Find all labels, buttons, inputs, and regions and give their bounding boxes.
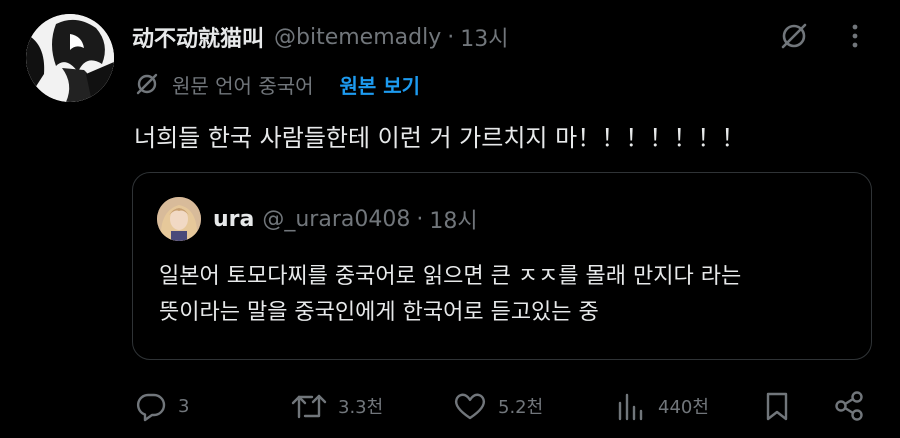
more-options-button[interactable] <box>840 18 870 54</box>
like-button[interactable]: 5.2천 <box>452 384 543 428</box>
repost-icon <box>291 394 327 419</box>
show-original-link[interactable]: 원본 보기 <box>340 70 421 99</box>
views-button[interactable]: 440천 <box>614 384 709 428</box>
translation-row: 원문 언어 중국어 원본 보기 <box>134 68 420 100</box>
author-display-name[interactable]: 动不动就猫叫 <box>132 21 264 53</box>
post-header: 动不动就猫叫 @bitememadly · 13시 <box>132 20 508 54</box>
quoted-timestamp[interactable]: 18시 <box>429 203 477 235</box>
more-icon <box>852 24 858 48</box>
views-icon <box>618 393 643 421</box>
post-text: 너희들 한국 사람들한테 이런 거 가르치지 마！！！！！！！ <box>134 124 746 152</box>
views-count: 440천 <box>658 397 709 418</box>
share-icon <box>835 391 863 421</box>
post-timestamp[interactable]: 13시 <box>460 21 508 53</box>
action-bar: 3 3.3천 5.2천 440천 <box>132 384 872 428</box>
grok-button[interactable] <box>776 18 812 54</box>
quoted-handle[interactable]: @_urara0408 <box>262 207 410 232</box>
grok-icon <box>781 23 807 49</box>
like-icon <box>454 393 486 420</box>
bookmark-button[interactable] <box>760 384 794 428</box>
quoted-post-text: 일본어 토모다찌를 중국어로 읽으면 큰 ㅈㅈ를 몰래 만지다 라는 뜻이라는 … <box>159 259 859 331</box>
quoted-display-name[interactable]: ura <box>213 207 254 232</box>
quoted-post-header: ura @_urara0408 · 18시 <box>213 203 478 235</box>
share-button[interactable] <box>832 384 866 428</box>
repost-button[interactable]: 3.3천 <box>290 384 383 428</box>
separator-dot: · <box>416 206 424 232</box>
reply-icon <box>136 393 166 422</box>
translate-icon <box>134 71 160 97</box>
author-handle[interactable]: @bitememadly <box>274 25 441 50</box>
reply-count: 3 <box>178 395 190 417</box>
reply-button[interactable]: 3 <box>134 384 189 428</box>
quoted-post[interactable]: ura @_urara0408 · 18시 일본어 토모다찌를 중국어로 읽으면… <box>132 172 872 360</box>
repost-count: 3.3천 <box>338 397 384 418</box>
translation-note: 원문 언어 중국어 <box>172 73 314 98</box>
quoted-text-line: 뜻이라는 말을 중국인에게 한국어로 듣고있는 중 <box>159 300 599 325</box>
quoted-author-avatar[interactable] <box>157 197 201 241</box>
bookmark-icon <box>766 392 788 421</box>
like-count: 5.2천 <box>498 397 544 418</box>
separator-dot: · <box>447 24 455 50</box>
quoted-text-line: 일본어 토모다찌를 중국어로 읽으면 큰 ㅈㅈ를 몰래 만지다 라는 <box>159 264 742 289</box>
author-avatar[interactable] <box>26 14 114 102</box>
